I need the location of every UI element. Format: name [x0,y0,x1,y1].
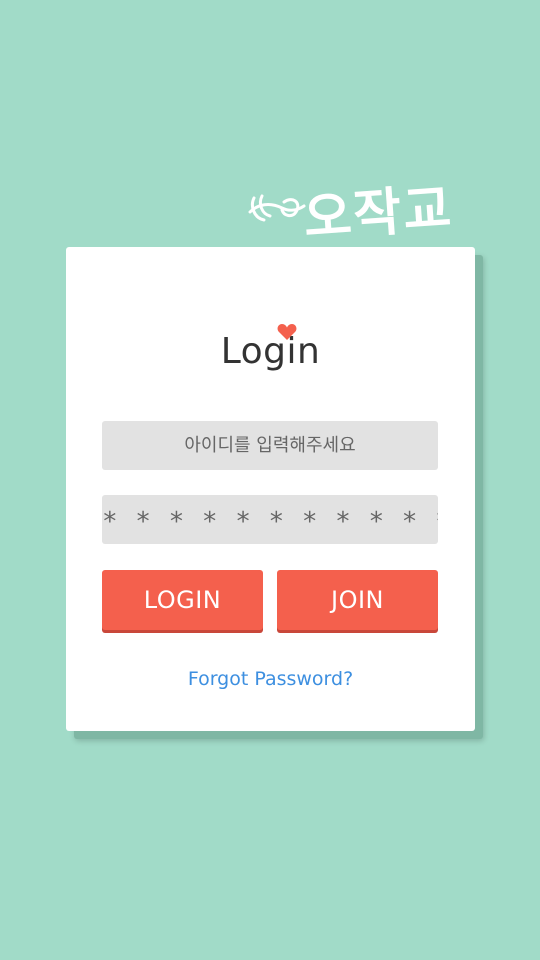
login-title-text: Login [220,331,321,372]
password-input[interactable]: * * * * * * * * * * * * [102,495,438,544]
brand-logo: 오작교 [248,178,480,249]
login-button-label: LOGIN [143,586,222,614]
password-mask: * * * * * * * * * * * * [102,507,438,537]
heart-icon [277,324,297,340]
join-button[interactable]: JOIN [277,570,438,630]
join-button-label: JOIN [331,586,384,614]
forgot-password-link[interactable]: Forgot Password? [188,668,353,690]
login-card: Login 아이디를 입력해주세요 * * * * * * * * * * * … [66,247,475,731]
id-input-placeholder: 아이디를 입력해주세요 [184,435,356,456]
arrow-heart-icon [248,194,306,222]
id-input[interactable]: 아이디를 입력해주세요 [102,421,438,470]
brand-name: 오작교 [301,178,456,250]
login-title: Login [220,324,321,372]
login-button[interactable]: LOGIN [102,570,263,630]
